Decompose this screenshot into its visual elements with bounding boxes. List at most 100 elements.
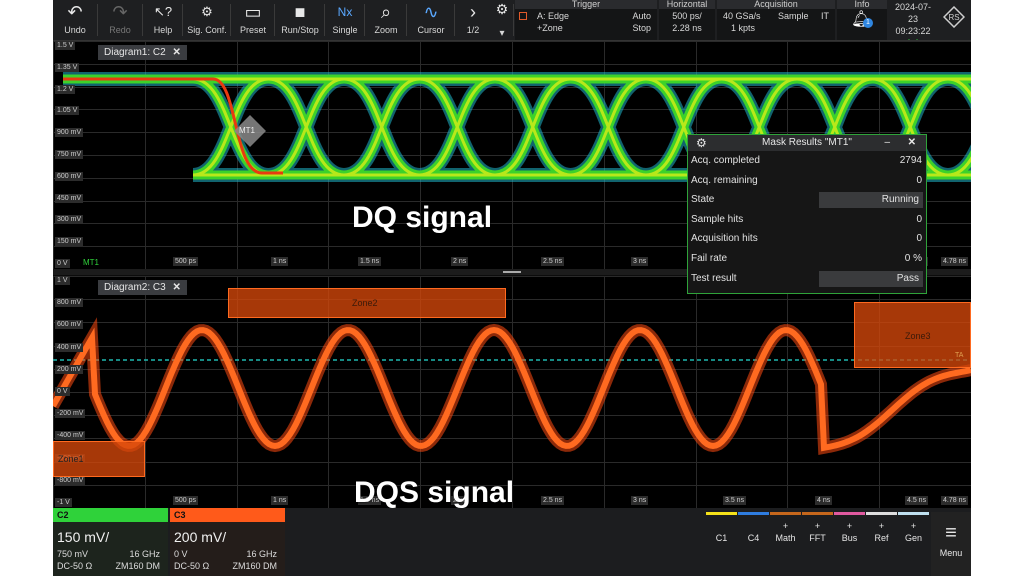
preset-button[interactable]: ▭ Preset (231, 0, 275, 40)
y-axis-tick-label: 750 mV (55, 150, 84, 159)
bus-button[interactable]: + Bus (834, 512, 865, 576)
trigger-level-marker[interactable]: TA (955, 352, 963, 359)
channel-c3-box[interactable]: C3 200 mV/0 V 16 GHz DC-50 Ω ZM160 DM (170, 508, 285, 576)
close-icon[interactable]: ✕ (908, 135, 916, 151)
channel-offset: 0 V (174, 549, 188, 559)
x-axis-tick-label: 3.5 ns (723, 496, 747, 505)
diagram1-tab[interactable]: Diagram1: C2 ✕ (98, 45, 187, 60)
menu-button[interactable]: ≡ Menu (931, 512, 971, 576)
stop-icon: ■ (294, 2, 306, 22)
mask-result-label: Acq. remaining (691, 174, 758, 186)
mask-result-label: State (691, 194, 715, 206)
x-axis-tick-label: 1 ns (271, 496, 289, 505)
sig-conf-button[interactable]: ⚙ Sig. Conf. (183, 0, 231, 40)
1-2-button[interactable]: › 1/2 (455, 0, 491, 40)
mask-results-header[interactable]: ⚙ Mask Results "MT1" – ✕ (688, 135, 926, 151)
zoom-button[interactable]: ⌕ Zoom (365, 0, 407, 40)
color-strip (738, 512, 769, 515)
gear-icon: ⚙ (495, 1, 509, 17)
help-button[interactable]: ↖? Help (143, 0, 183, 40)
close-icon[interactable]: ✕ (172, 282, 180, 293)
redo-button[interactable]: ↷ Redo (98, 0, 142, 40)
fft-button[interactable]: + FFT (802, 512, 833, 576)
channel-coupling: DC-50 Ω (174, 561, 210, 571)
horizontal-position: 2.28 ns (672, 23, 702, 33)
mask-result-value: Running (819, 192, 923, 209)
zone1-box[interactable]: Zone1 (53, 441, 145, 477)
diagram2-dqs-waveform[interactable]: Diagram2: C3 ✕ 1 V 800 mV 600 mV 400 mV 200 … (53, 276, 971, 509)
button-label: Ref (874, 533, 889, 543)
mask-results-title: Mask Results "MT1" (762, 137, 852, 148)
y-axis-tick-label: 150 mV (55, 237, 84, 246)
mask-name-tag: MT1 (83, 258, 99, 267)
y-axis-tick-label: 0 V (55, 387, 70, 396)
button-label: Zoom (374, 25, 398, 35)
plus-icon: + (910, 521, 917, 531)
diagram1-tab-label: Diagram1: C2 (104, 47, 166, 58)
x-axis-tick-label: 500 ps (173, 496, 199, 505)
x-axis-tick-label: 4.78 ns (941, 496, 968, 505)
x-axis-tick-label: 2.5 ns (541, 496, 565, 505)
y-axis-tick-label: -200 mV (55, 409, 86, 418)
acquisition-header[interactable]: Acquisition (717, 0, 835, 9)
dropdown-arrow-icon[interactable]: ▾ (493, 28, 511, 40)
x-axis-tick-label: 4 ns (815, 496, 833, 505)
bottom-bar: C2 150 mV/750 mV 16 GHz DC-50 Ω ZM160 DM C3 20… (53, 508, 971, 576)
dqs-signal-caption: DQS signal (354, 476, 515, 509)
preset-icon: ▭ (244, 2, 262, 22)
vertical-scale: 200 mV/ (174, 529, 227, 545)
plus-icon: + (782, 521, 789, 531)
run-stop-button[interactable]: ■ Run/Stop (275, 0, 325, 40)
rohde-schwarz-logo-icon: RS (942, 5, 966, 29)
button-label: Run/Stop (281, 25, 319, 35)
probe-model: ZM160 DM (232, 561, 277, 571)
diagram2-tab-label: Diagram2: C3 (104, 282, 166, 293)
x-axis-tick-label: 500 ps (173, 257, 199, 266)
y-axis-tick-label: 900 mV (55, 128, 84, 137)
channel-coupling: DC-50 Ω (57, 561, 93, 571)
settings-button[interactable]: ⚙ ▾ (493, 0, 511, 40)
time-display: 09:23:22 (895, 26, 931, 36)
zone2-box[interactable]: Zone2 (228, 288, 506, 318)
svg-text:RS: RS (948, 13, 959, 22)
trigger-panel[interactable]: A: Edge +Zone Auto Stop (515, 9, 657, 40)
gear-icon[interactable]: ⚙ (696, 135, 707, 151)
channel-c2-box[interactable]: C2 150 mV/750 mV 16 GHz DC-50 Ω ZM160 DM (53, 508, 168, 576)
trigger-header[interactable]: Trigger (515, 0, 657, 9)
y-axis-tick-label: 300 mV (55, 215, 84, 224)
mask-result-value: 2794 (899, 155, 922, 166)
minimize-icon[interactable]: – (884, 135, 890, 151)
mask-result-value: Pass (819, 270, 923, 287)
close-icon[interactable]: ✕ (172, 47, 180, 58)
c4-button[interactable]: C4 (738, 512, 769, 576)
y-axis-tick-label: 600 mV (55, 172, 84, 181)
horizontal-panel[interactable]: 500 ps/ 2.28 ns (659, 9, 715, 40)
toolbar: ↶ Undo ↷ Redo ↖? Help ⚙ Sig. Conf. ▭ Preset ■ Run/S… (53, 0, 971, 47)
math-button[interactable]: + Math (770, 512, 801, 576)
next-page-icon: › (470, 2, 476, 22)
ref-button[interactable]: + Ref (866, 512, 897, 576)
mask-result-row: Acq. remaining 0 (688, 171, 926, 191)
mask-results-dialog[interactable]: ⚙ Mask Results "MT1" – ✕ Acq. completed 2… (687, 134, 927, 294)
x-axis-tick-label: 4.78 ns (941, 257, 968, 266)
trigger-state: Stop (632, 23, 651, 33)
button-label: Redo (109, 25, 131, 35)
horizontal-header[interactable]: Horizontal (659, 0, 715, 9)
mask-mt1-label: MT1 (239, 126, 255, 135)
y-axis-tick-label: 450 mV (55, 194, 84, 203)
info-panel[interactable]: 🔔︎ 1 (837, 9, 887, 40)
undo-button[interactable]: ↶ Undo (53, 0, 97, 40)
acquisition-panel[interactable]: 40 GSa/s 1 kpts Sample IT (717, 9, 835, 40)
diagram2-tab[interactable]: Diagram2: C3 ✕ (98, 280, 187, 295)
plus-icon: + (846, 521, 853, 531)
c1-button[interactable]: C1 (706, 512, 737, 576)
zone3-box[interactable]: Zone3 (854, 302, 971, 368)
gen-button[interactable]: + Gen (898, 512, 929, 576)
mask-result-label: Test result (691, 272, 737, 284)
cursor-button[interactable]: ∿ Cursor (407, 0, 455, 40)
single-button[interactable]: Nx Single (325, 0, 365, 40)
single-icon: Nx (337, 5, 353, 19)
y-axis-tick-label: 1.35 V (55, 63, 80, 72)
y-axis-tick-label: 1.2 V (55, 85, 76, 94)
info-header[interactable]: Info (837, 0, 887, 9)
